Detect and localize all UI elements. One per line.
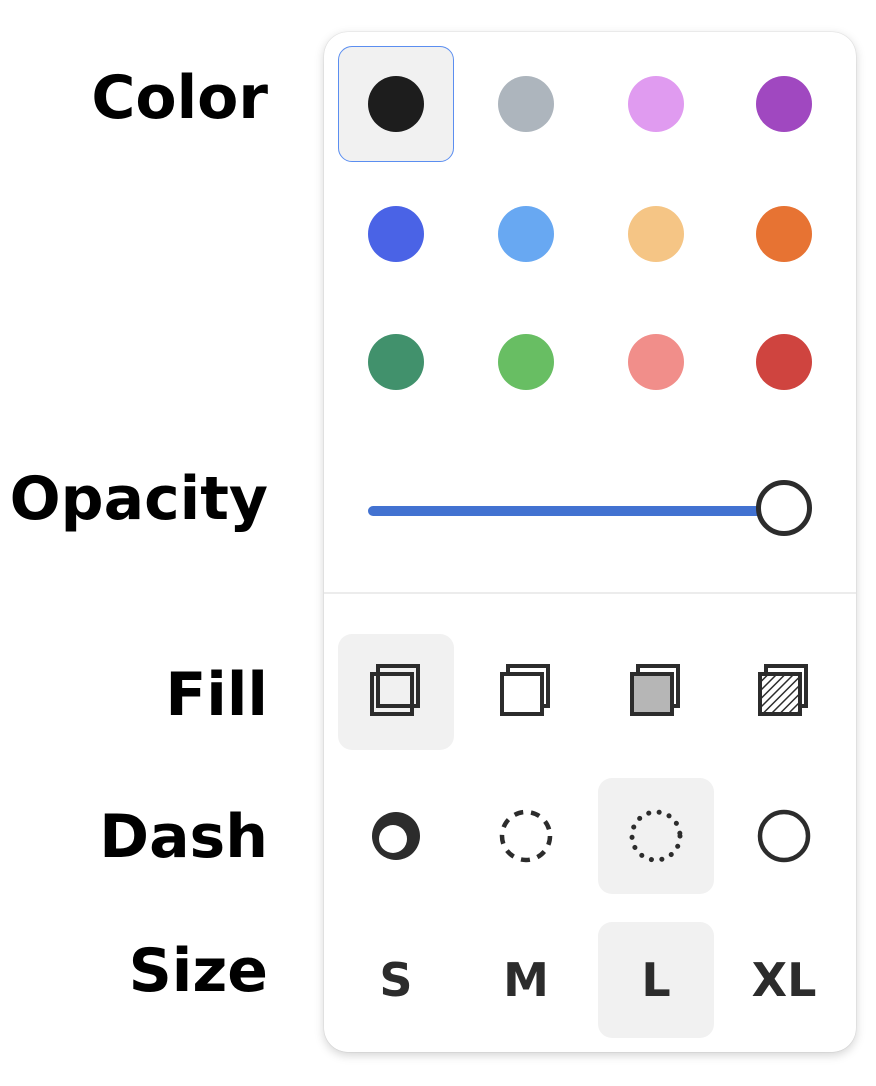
- color-dot: [756, 76, 812, 132]
- color-swatch-light-blue[interactable]: [468, 176, 584, 292]
- size-m-button[interactable]: M: [468, 922, 584, 1038]
- color-dot: [368, 206, 424, 262]
- divider: [324, 592, 856, 594]
- color-swatch-black[interactable]: [338, 46, 454, 162]
- color-label: Color: [91, 63, 268, 133]
- color-swatch-light-violet[interactable]: [598, 46, 714, 162]
- size-xl-label: XL: [751, 953, 817, 1007]
- fill-label: Fill: [165, 660, 268, 730]
- style-panel: S M L XL: [324, 32, 856, 1052]
- fill-pattern-button[interactable]: [726, 634, 842, 750]
- fill-none-icon: [370, 664, 420, 716]
- color-swatch-green[interactable]: [338, 304, 454, 420]
- color-swatch-red[interactable]: [726, 304, 842, 420]
- dash-draw-icon: [372, 812, 420, 860]
- dash-solid-button[interactable]: [726, 778, 842, 894]
- size-l-label: L: [641, 953, 671, 1007]
- fill-semi-button[interactable]: [468, 634, 584, 750]
- fill-semi-icon: [500, 664, 550, 716]
- size-s-button[interactable]: S: [338, 922, 454, 1038]
- fill-pattern-icon: [758, 664, 808, 716]
- dash-dotted-icon: [629, 809, 683, 863]
- dash-solid-icon: [757, 809, 811, 863]
- opacity-slider-track[interactable]: [368, 506, 792, 516]
- color-dot: [498, 334, 554, 390]
- dash-dashed-button[interactable]: [468, 778, 584, 894]
- dash-label: Dash: [99, 802, 268, 872]
- color-dot: [628, 334, 684, 390]
- fill-solid-icon: [630, 664, 680, 716]
- opacity-label: Opacity: [9, 464, 268, 534]
- color-swatch-light-green[interactable]: [468, 304, 584, 420]
- size-s-label: S: [379, 953, 413, 1007]
- size-l-button[interactable]: L: [598, 922, 714, 1038]
- dash-draw-button[interactable]: [338, 778, 454, 894]
- color-swatch-blue[interactable]: [338, 176, 454, 292]
- fill-none-button[interactable]: [338, 634, 454, 750]
- fill-solid-button[interactable]: [598, 634, 714, 750]
- color-dot: [756, 334, 812, 390]
- dash-dotted-button[interactable]: [598, 778, 714, 894]
- color-swatch-yellow[interactable]: [598, 176, 714, 292]
- color-dot: [628, 206, 684, 262]
- opacity-slider-thumb[interactable]: [756, 480, 812, 536]
- dash-dashed-icon: [499, 809, 553, 863]
- size-xl-button[interactable]: XL: [726, 922, 842, 1038]
- color-dot: [498, 206, 554, 262]
- size-m-label: M: [503, 953, 549, 1007]
- color-dot: [628, 76, 684, 132]
- color-dot: [498, 76, 554, 132]
- color-dot: [756, 206, 812, 262]
- color-swatch-grey[interactable]: [468, 46, 584, 162]
- color-dot: [368, 76, 424, 132]
- color-swatch-violet[interactable]: [726, 46, 842, 162]
- color-dot: [368, 334, 424, 390]
- color-swatch-light-red[interactable]: [598, 304, 714, 420]
- size-label: Size: [128, 936, 268, 1006]
- color-swatch-orange[interactable]: [726, 176, 842, 292]
